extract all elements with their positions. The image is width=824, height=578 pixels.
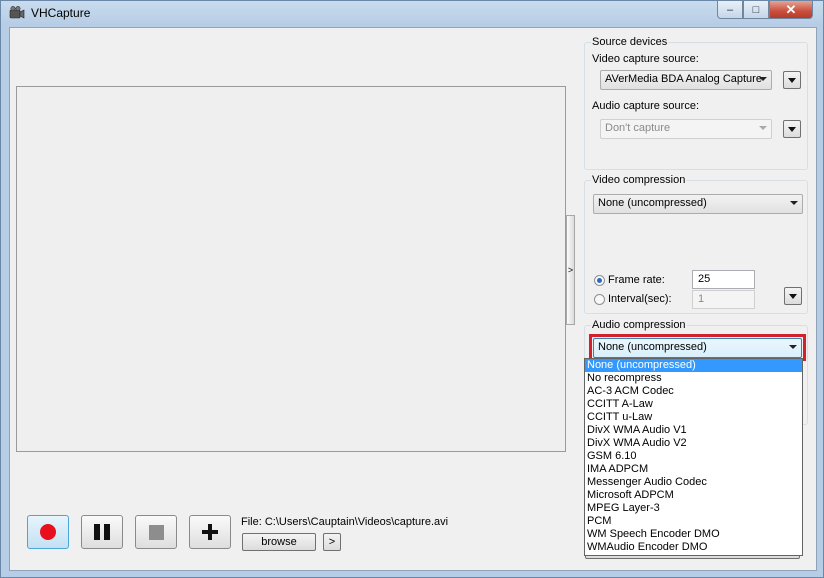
- browse-button[interactable]: browse: [242, 533, 316, 551]
- chevron-down-icon: [790, 201, 798, 205]
- stop-icon: [148, 524, 164, 540]
- video-compression-group: Video compression None (uncompressed) Fr…: [584, 174, 808, 314]
- dropdown-option[interactable]: CCITT u-Law: [585, 411, 802, 424]
- pause-button[interactable]: [81, 515, 123, 549]
- video-capture-source-value: AVerMedia BDA Analog Capture: [605, 73, 762, 85]
- audio-capture-source-value: Don't capture: [605, 122, 671, 134]
- dropdown-option[interactable]: Messenger Audio Codec: [585, 476, 802, 489]
- plus-icon: [202, 524, 218, 540]
- frame-rate-input[interactable]: 25: [692, 270, 755, 289]
- file-path-label: File: C:\Users\Cauptain\Videos\capture.a…: [241, 516, 449, 528]
- video-capture-source-label: Video capture source:: [592, 53, 699, 65]
- source-devices-group: Source devices Video capture source: AVe…: [584, 36, 808, 170]
- minimize-icon: –: [726, 3, 734, 16]
- interval-label: Interval(sec):: [608, 293, 672, 305]
- record-button[interactable]: [27, 515, 69, 549]
- dropdown-option[interactable]: DivX WMA Audio V1: [585, 424, 802, 437]
- dropdown-option[interactable]: GSM 6.10: [585, 450, 802, 463]
- dropdown-option[interactable]: DivX WMA Audio V2: [585, 437, 802, 450]
- dropdown-option[interactable]: None (uncompressed): [585, 359, 802, 372]
- video-compression-options-button[interactable]: [784, 287, 802, 305]
- dropdown-option[interactable]: CCITT A-Law: [585, 398, 802, 411]
- add-button[interactable]: [189, 515, 231, 549]
- title-bar[interactable]: VHCapture – □ ✕: [1, 1, 823, 25]
- audio-capture-source-select[interactable]: Don't capture: [600, 119, 772, 139]
- stop-button[interactable]: [135, 515, 177, 549]
- interval-input[interactable]: 1: [692, 290, 755, 309]
- audio-compression-dropdown-list: None (uncompressed) No recompress AC-3 ACM…: [584, 358, 803, 556]
- dropdown-option[interactable]: Microsoft ADPCM: [585, 489, 802, 502]
- app-window: VHCapture – □ ✕ > Source devices Video c…: [0, 0, 824, 578]
- close-button[interactable]: ✕: [769, 1, 813, 19]
- chevron-down-icon: [759, 126, 767, 130]
- video-source-options-button[interactable]: [783, 71, 801, 89]
- frame-rate-radio[interactable]: [594, 275, 605, 286]
- dropdown-option[interactable]: No recompress: [585, 372, 802, 385]
- audio-source-options-button[interactable]: [783, 120, 801, 138]
- audio-compression-select[interactable]: None (uncompressed): [593, 338, 802, 358]
- frame-rate-label: Frame rate:: [608, 274, 665, 286]
- minimize-button[interactable]: –: [717, 1, 743, 19]
- interval-radio[interactable]: [594, 294, 605, 305]
- video-capture-source-select[interactable]: AVerMedia BDA Analog Capture: [600, 70, 772, 90]
- chevron-down-icon: [789, 345, 797, 349]
- maximize-button[interactable]: □: [743, 1, 769, 19]
- pause-icon: [94, 524, 110, 540]
- source-devices-label: Source devices: [591, 36, 669, 48]
- maximize-icon: □: [752, 3, 760, 16]
- expander-label: >: [567, 265, 574, 275]
- close-icon: ✕: [785, 1, 797, 17]
- dropdown-option[interactable]: AC-3 ACM Codec: [585, 385, 802, 398]
- dropdown-option[interactable]: WMAudio Encoder DMO: [585, 541, 802, 554]
- video-compression-value: None (uncompressed): [598, 197, 707, 209]
- record-icon: [40, 524, 56, 540]
- dropdown-option[interactable]: MPEG Layer-3: [585, 502, 802, 515]
- chevron-down-icon: [759, 77, 767, 81]
- video-preview: [16, 86, 566, 452]
- video-compression-select[interactable]: None (uncompressed): [593, 194, 803, 214]
- window-title: VHCapture: [31, 6, 91, 20]
- app-camera-icon: [9, 6, 25, 19]
- dropdown-option[interactable]: WM Speech Encoder DMO: [585, 528, 802, 541]
- video-compression-label: Video compression: [591, 174, 687, 186]
- next-button[interactable]: >: [323, 533, 341, 551]
- dropdown-option[interactable]: PCM: [585, 515, 802, 528]
- audio-capture-source-label: Audio capture source:: [592, 100, 700, 112]
- audio-compression-label: Audio compression: [591, 319, 687, 331]
- dropdown-option[interactable]: IMA ADPCM: [585, 463, 802, 476]
- panel-expander-button[interactable]: >: [566, 215, 575, 325]
- audio-compression-value: None (uncompressed): [598, 341, 707, 353]
